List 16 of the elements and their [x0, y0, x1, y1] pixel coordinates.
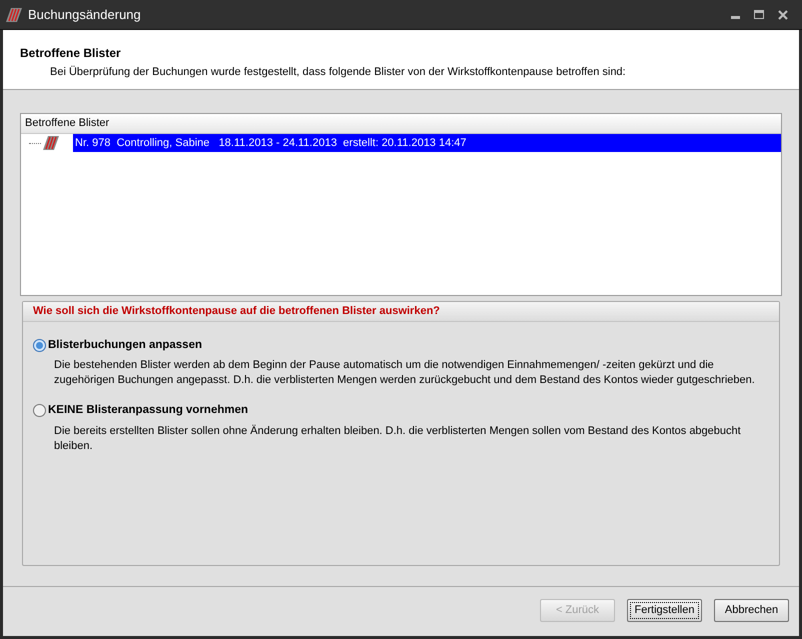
group-title: Wie soll sich die Wirkstoffkontenpause auf die betroffenen Blister auswirken?: [23, 302, 779, 322]
page-title: Betroffene Blister: [20, 45, 122, 62]
maximize-icon[interactable]: [754, 10, 764, 19]
dialog-button[interactable]: Fertigstellen: [627, 599, 702, 622]
option-description: Die bestehenden Blister werden ab dem Beginn der Pause automatisch um die notwendigen Einnahmemengen/ -zeiten gekürzt und die zugehörigen Buchungen angepasst. D.h. die verblisterten Mengen werden zurückgebucht und dem Bestand des Kontos wieder gutgeschrieben.: [53, 358, 756, 388]
option-description: Die bereits erstellten Blister sollen ohne Änderung erhalten bleiben. D.h. die verblisterten Mengen sollen vom Bestand des Kontos abgebucht bleiben.: [53, 424, 742, 454]
close-icon[interactable]: [778, 10, 788, 20]
radio-option[interactable]: Blisterbuchungen anpassen: [33, 337, 779, 354]
striped-logo-icon: [43, 136, 59, 150]
striped-logo-icon: [6, 8, 22, 22]
window-title: Buchungsänderung: [28, 6, 141, 24]
page-subtitle: Bei Überprüfung der Buchungen wurde festgestellt, dass folgende Blister von der Wirkstoffkontenpause betroffen sind:: [49, 64, 627, 80]
column-header: Betroffene Blister: [21, 114, 781, 134]
list-row[interactable]: Nr. 978 Controlling, Sabine 18.11.2013 - 24.11.2013 erstellt: 20.11.2013 14:47: [73, 134, 781, 152]
radio-option[interactable]: KEINE Blisteranpassung vornehmen: [33, 402, 779, 420]
dialog-button[interactable]: Abbrechen: [714, 599, 789, 622]
